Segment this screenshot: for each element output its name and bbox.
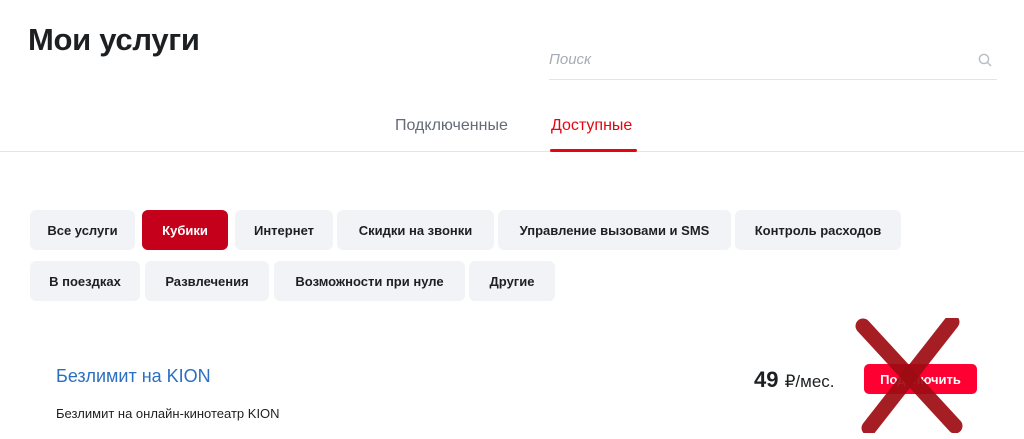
service-price: 49 ₽/мес. <box>754 367 835 393</box>
active-tab-indicator <box>550 149 637 152</box>
service-description: Безлимит на онлайн-кинотеатр KION <box>56 406 280 421</box>
category-chip-entertainment[interactable]: Развлечения <box>145 261 269 301</box>
service-title-link[interactable]: Безлимит на KION <box>56 366 211 387</box>
category-chip-calls-sms[interactable]: Управление вызовами и SMS <box>498 210 731 250</box>
search-icon[interactable] <box>977 52 993 68</box>
search-bar <box>549 40 997 80</box>
search-input[interactable] <box>549 48 949 70</box>
category-chip-call-discounts[interactable]: Скидки на звонки <box>337 210 494 250</box>
category-chip-zero-balance[interactable]: Возможности при нуле <box>274 261 465 301</box>
category-chip-expense-control[interactable]: Контроль расходов <box>735 210 901 250</box>
page-title: Мои услуги <box>28 22 200 57</box>
tab-available[interactable]: Доступные <box>551 117 632 135</box>
category-chip-other[interactable]: Другие <box>469 261 555 301</box>
category-chip-internet[interactable]: Интернет <box>235 210 333 250</box>
tab-connected[interactable]: Подключенные <box>395 117 508 135</box>
price-amount: 49 <box>754 367 779 392</box>
service-tabs: Подключенные Доступные <box>0 105 1024 152</box>
category-chip-all[interactable]: Все услуги <box>30 210 135 250</box>
category-chip-travel[interactable]: В поездках <box>30 261 140 301</box>
price-unit: ₽/мес. <box>784 372 835 391</box>
category-chip-cubes[interactable]: Кубики <box>142 210 228 250</box>
connect-button[interactable]: Подключить <box>864 364 977 394</box>
